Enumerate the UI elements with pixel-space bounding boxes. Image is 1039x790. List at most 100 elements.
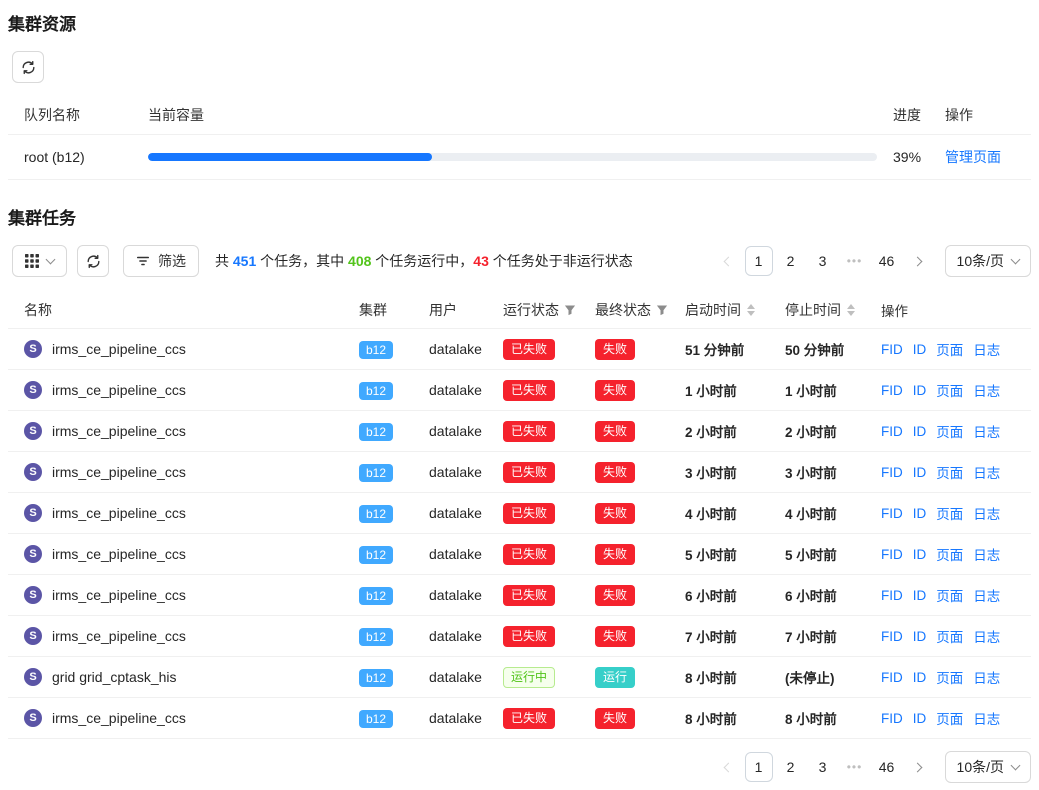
fid-link[interactable]: FID <box>881 547 903 562</box>
log-link[interactable]: 日志 <box>973 667 1000 687</box>
log-link[interactable]: 日志 <box>973 544 1000 564</box>
run-status-badge: 已失败 <box>503 585 555 606</box>
cluster-badge: b12 <box>359 587 393 605</box>
page-3-button[interactable]: 3 <box>809 752 837 782</box>
log-link[interactable]: 日志 <box>973 585 1000 605</box>
start-time: 1 小时前 <box>685 380 785 400</box>
page-2-button[interactable]: 2 <box>777 752 805 782</box>
fid-link[interactable]: FID <box>881 588 903 603</box>
log-link[interactable]: 日志 <box>973 708 1000 728</box>
run-status-badge: 已失败 <box>503 421 555 442</box>
spark-avatar-icon: S <box>24 504 42 522</box>
page-link[interactable]: 页面 <box>936 421 963 441</box>
log-link[interactable]: 日志 <box>973 339 1000 359</box>
page-46-button[interactable]: 46 <box>873 246 901 276</box>
page-size-select[interactable]: 10条/页 <box>945 245 1031 277</box>
task-name: irms_ce_pipeline_ccs <box>52 587 186 603</box>
page-1-button[interactable]: 1 <box>745 752 773 782</box>
sorter-icon[interactable] <box>747 304 755 316</box>
spark-avatar-icon: S <box>24 627 42 645</box>
page-ellipsis[interactable]: ••• <box>841 752 869 782</box>
log-link[interactable]: 日志 <box>973 380 1000 400</box>
page-link[interactable]: 页面 <box>936 462 963 482</box>
id-link[interactable]: ID <box>913 588 927 603</box>
column-header-final-status: 最终状态 <box>595 300 685 320</box>
manage-page-link[interactable]: 管理页面 <box>945 149 1001 165</box>
start-time: 5 小时前 <box>685 544 785 564</box>
sorter-icon[interactable] <box>847 304 855 316</box>
run-status-badge: 运行中 <box>503 667 555 688</box>
cluster-resources-title: 集群资源 <box>8 10 1031 35</box>
filter-funnel-icon[interactable] <box>656 304 668 316</box>
page-next-button[interactable] <box>905 246 933 276</box>
task-user: datalake <box>429 341 503 357</box>
page-ellipsis[interactable]: ••• <box>841 246 869 276</box>
id-link[interactable]: ID <box>913 547 927 562</box>
fid-link[interactable]: FID <box>881 424 903 439</box>
queue-name: root (b12) <box>8 149 148 165</box>
log-link[interactable]: 日志 <box>973 421 1000 441</box>
page-3-button[interactable]: 3 <box>809 246 837 276</box>
page-prev-button[interactable] <box>713 246 741 276</box>
grid-icon <box>25 254 39 268</box>
final-status-badge: 失败 <box>595 544 635 565</box>
fid-link[interactable]: FID <box>881 670 903 685</box>
column-header-label: 停止时间 <box>785 300 841 320</box>
column-header-capacity: 当前容量 <box>148 105 893 125</box>
page-2-button[interactable]: 2 <box>777 246 805 276</box>
page-prev-button[interactable] <box>713 752 741 782</box>
task-name: irms_ce_pipeline_ccs <box>52 546 186 562</box>
log-link[interactable]: 日志 <box>973 462 1000 482</box>
page-size-label: 10条/页 <box>957 757 1004 777</box>
id-link[interactable]: ID <box>913 506 927 521</box>
id-link[interactable]: ID <box>913 383 927 398</box>
table-row: S irms_ce_pipeline_ccs b12 datalake 已失败 … <box>8 493 1031 534</box>
page-next-button[interactable] <box>905 752 933 782</box>
page-link[interactable]: 页面 <box>936 708 963 728</box>
page-link[interactable]: 页面 <box>936 544 963 564</box>
column-header-actions: 操作 <box>881 300 1031 320</box>
fid-link[interactable]: FID <box>881 506 903 521</box>
task-name: irms_ce_pipeline_ccs <box>52 341 186 357</box>
page-size-select[interactable]: 10条/页 <box>945 751 1031 783</box>
refresh-button[interactable] <box>12 51 44 83</box>
start-time: 2 小时前 <box>685 421 785 441</box>
final-status-badge: 运行 <box>595 667 635 688</box>
final-status-badge: 失败 <box>595 585 635 606</box>
page-link[interactable]: 页面 <box>936 339 963 359</box>
fid-link[interactable]: FID <box>881 465 903 480</box>
chevron-down-icon <box>46 254 56 264</box>
page-46-button[interactable]: 46 <box>873 752 901 782</box>
fid-link[interactable]: FID <box>881 342 903 357</box>
page-1-button[interactable]: 1 <box>745 246 773 276</box>
column-settings-button[interactable] <box>12 245 67 277</box>
filter-button[interactable]: 筛选 <box>123 245 199 277</box>
id-link[interactable]: ID <box>913 629 927 644</box>
total-task-count: 451 <box>233 253 256 269</box>
id-link[interactable]: ID <box>913 711 927 726</box>
final-status-badge: 失败 <box>595 708 635 729</box>
id-link[interactable]: ID <box>913 342 927 357</box>
cluster-badge: b12 <box>359 464 393 482</box>
run-status-badge: 已失败 <box>503 544 555 565</box>
page-link[interactable]: 页面 <box>936 626 963 646</box>
page-link[interactable]: 页面 <box>936 380 963 400</box>
log-link[interactable]: 日志 <box>973 503 1000 523</box>
page-link[interactable]: 页面 <box>936 667 963 687</box>
filter-funnel-icon[interactable] <box>564 304 576 316</box>
id-link[interactable]: ID <box>913 465 927 480</box>
id-link[interactable]: ID <box>913 424 927 439</box>
fid-link[interactable]: FID <box>881 629 903 644</box>
id-link[interactable]: ID <box>913 670 927 685</box>
page-link[interactable]: 页面 <box>936 503 963 523</box>
refresh-tasks-button[interactable] <box>77 245 109 277</box>
column-header-label: 最终状态 <box>595 300 651 320</box>
start-time: 3 小时前 <box>685 462 785 482</box>
spark-avatar-icon: S <box>24 340 42 358</box>
task-name: irms_ce_pipeline_ccs <box>52 423 186 439</box>
start-time: 7 小时前 <box>685 626 785 646</box>
fid-link[interactable]: FID <box>881 383 903 398</box>
page-link[interactable]: 页面 <box>936 585 963 605</box>
fid-link[interactable]: FID <box>881 711 903 726</box>
log-link[interactable]: 日志 <box>973 626 1000 646</box>
